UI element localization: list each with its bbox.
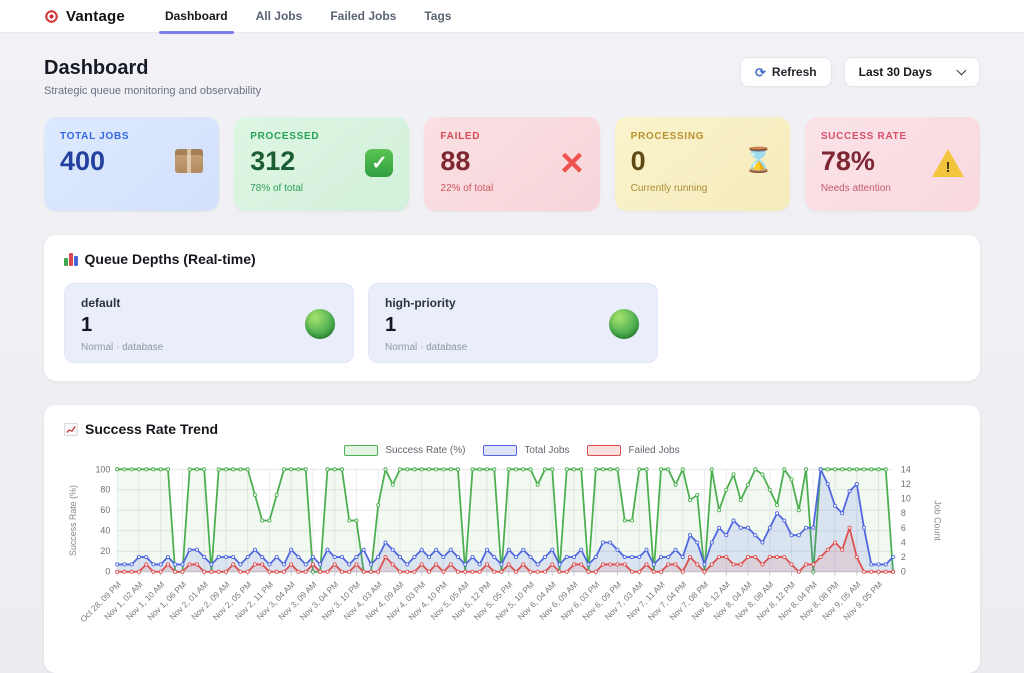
refresh-label: Refresh bbox=[772, 65, 817, 79]
svg-text:2: 2 bbox=[901, 552, 906, 562]
check-mark-icon: ✓ bbox=[365, 149, 393, 177]
legend-label: Total Jobs bbox=[524, 445, 569, 456]
legend-label: Success Rate (%) bbox=[385, 445, 465, 456]
target-logo-icon bbox=[44, 9, 59, 24]
tab-failed-jobs[interactable]: Failed Jobs bbox=[316, 0, 410, 33]
legend-item-failed-jobs[interactable]: Failed Jobs bbox=[587, 445, 679, 456]
queue-depths-title: Queue Depths (Real-time) bbox=[85, 251, 256, 267]
svg-text:0: 0 bbox=[105, 567, 110, 577]
refresh-icon: ⟳ bbox=[755, 66, 766, 79]
stat-card-processed: PROCESSED31278% of total✓ bbox=[234, 117, 409, 211]
package-icon bbox=[175, 149, 203, 173]
refresh-button[interactable]: ⟳ Refresh bbox=[740, 57, 832, 87]
top-nav: Vantage DashboardAll JobsFailed JobsTags bbox=[0, 0, 1024, 33]
queue-depth: 1 bbox=[385, 314, 641, 337]
chart-legend: Success Rate (%) Total Jobs Failed Jobs bbox=[64, 445, 960, 456]
stat-card-processing: PROCESSING0Currently running⌛ bbox=[615, 117, 790, 211]
svg-text:40: 40 bbox=[100, 526, 110, 536]
svg-text:10: 10 bbox=[901, 494, 911, 504]
svg-text:100: 100 bbox=[95, 464, 110, 474]
svg-text:60: 60 bbox=[100, 505, 110, 515]
svg-text:Job Count: Job Count bbox=[932, 500, 942, 541]
stat-card-total-jobs: TOTAL JOBS400 bbox=[44, 117, 219, 211]
status-green-circle-icon bbox=[609, 309, 639, 339]
queue-list: default 1 Normal · database high-priority 1 N… bbox=[64, 283, 960, 363]
brand-name: Vantage bbox=[66, 8, 125, 25]
svg-text:8: 8 bbox=[901, 508, 906, 518]
svg-text:14: 14 bbox=[901, 464, 911, 474]
legend-item-success-rate[interactable]: Success Rate (%) bbox=[344, 445, 465, 456]
warning-icon: ! bbox=[932, 149, 964, 177]
legend-label: Failed Jobs bbox=[628, 445, 679, 456]
stat-sub: Currently running bbox=[631, 183, 774, 194]
bar-chart-icon bbox=[64, 253, 78, 266]
svg-text:12: 12 bbox=[901, 479, 911, 489]
page-content: Dashboard Strategic queue monitoring and… bbox=[0, 33, 1024, 673]
queue-meta: Normal · database bbox=[81, 342, 337, 353]
queue-depths-panel: Queue Depths (Real-time) default 1 Normal … bbox=[44, 235, 980, 381]
chevron-down-icon bbox=[957, 66, 967, 76]
svg-text:0: 0 bbox=[901, 567, 906, 577]
legend-swatch bbox=[344, 445, 378, 456]
page-header: Dashboard Strategic queue monitoring and… bbox=[44, 57, 980, 97]
svg-text:4: 4 bbox=[901, 537, 906, 547]
stats-row: TOTAL JOBS400PROCESSED31278% of total✓FA… bbox=[44, 117, 980, 211]
stat-card-success-rate: SUCCESS RATE78%Needs attention! bbox=[805, 117, 980, 211]
stat-label: TOTAL JOBS bbox=[60, 131, 203, 142]
queue-meta: Normal · database bbox=[385, 342, 641, 353]
stat-sub: Needs attention bbox=[821, 183, 964, 194]
page-subtitle: Strategic queue monitoring and observabi… bbox=[44, 85, 261, 97]
svg-text:6: 6 bbox=[901, 523, 906, 533]
legend-swatch bbox=[483, 445, 517, 456]
brand: Vantage bbox=[44, 8, 125, 25]
success-rate-trend-chart: Oct 28, 09 PMNov 1, 02 AMNov 1, 10 AMNov… bbox=[64, 458, 960, 650]
stat-label: PROCESSED bbox=[250, 131, 393, 142]
tab-all-jobs[interactable]: All Jobs bbox=[242, 0, 317, 33]
nav-tabs: DashboardAll JobsFailed JobsTags bbox=[151, 0, 466, 33]
stat-label: SUCCESS RATE bbox=[821, 131, 964, 142]
svg-text:20: 20 bbox=[100, 546, 110, 556]
date-range-select[interactable]: Last 30 Days bbox=[844, 57, 980, 87]
trend-title: Success Rate Trend bbox=[85, 421, 218, 437]
stat-card-failed: FAILED8822% of total× bbox=[424, 117, 599, 211]
stat-label: PROCESSING bbox=[631, 131, 774, 142]
queue-name: default bbox=[81, 296, 337, 310]
queue-card-default: default 1 Normal · database bbox=[64, 283, 354, 363]
hourglass-icon: ⌛ bbox=[744, 147, 774, 174]
svg-text:Success Rate (%): Success Rate (%) bbox=[68, 485, 78, 556]
tab-tags[interactable]: Tags bbox=[410, 0, 465, 33]
chart-increasing-icon bbox=[64, 423, 78, 436]
page-title: Dashboard bbox=[44, 57, 261, 80]
queue-name: high-priority bbox=[385, 296, 641, 310]
stat-sub: 78% of total bbox=[250, 183, 393, 194]
cross-mark-icon: × bbox=[560, 141, 583, 185]
queue-card-high-priority: high-priority 1 Normal · database bbox=[368, 283, 658, 363]
legend-item-total-jobs[interactable]: Total Jobs bbox=[483, 445, 569, 456]
queue-depth: 1 bbox=[81, 314, 337, 337]
date-range-value: Last 30 Days bbox=[859, 65, 932, 79]
tab-dashboard[interactable]: Dashboard bbox=[151, 0, 242, 33]
status-green-circle-icon bbox=[305, 309, 335, 339]
legend-swatch bbox=[587, 445, 621, 456]
svg-text:80: 80 bbox=[100, 485, 110, 495]
trend-panel: Success Rate Trend Success Rate (%) Total… bbox=[44, 405, 980, 673]
